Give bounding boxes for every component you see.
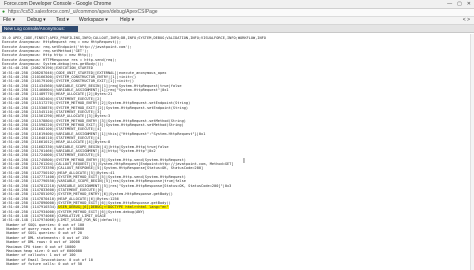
text-cursor-icon: I bbox=[243, 158, 245, 165]
tab-bar: New Log console/Anonymous: 6/11/2015, 4:… bbox=[0, 25, 474, 37]
log-line-prefix: 16:51:40.258 (1147910334)| bbox=[2, 205, 59, 210]
help-link[interactable]: < > bbox=[463, 17, 470, 24]
tab-log[interactable]: New Log console/Anonymous: 6/11/2015, 4:… bbox=[2, 26, 78, 37]
log-line: Number of future calls: 0 out of 50 bbox=[2, 261, 83, 266]
highlighted-debug-output: USER_DEBUG|[6]|DEBUG|<!DOCTYPE html><htm… bbox=[58, 205, 169, 210]
lock-icon: ● bbox=[2, 9, 6, 15]
minimize-icon[interactable]: — bbox=[447, 1, 452, 7]
address-bar[interactable]: ● https://cs53.salesforce.com/_ui/common… bbox=[0, 9, 474, 17]
menu-file[interactable]: File ▾ bbox=[3, 17, 15, 24]
window-controls: — ▢ ✕ bbox=[447, 1, 471, 7]
scrollbar[interactable] bbox=[470, 34, 474, 270]
maximize-icon[interactable]: ▢ bbox=[457, 1, 462, 7]
menu-bar: File ▾ Debug ▾ Test ▾ Workspace ▾ Help ▾… bbox=[0, 17, 474, 25]
window-title: Force.com Developer Console - Google Chr… bbox=[4, 1, 112, 7]
menu-test[interactable]: Test ▾ bbox=[56, 17, 69, 24]
window-titlebar: Force.com Developer Console - Google Chr… bbox=[0, 0, 474, 9]
url-text[interactable]: https://cs53.salesforce.com/_ui/common/a… bbox=[8, 9, 158, 16]
menu-help[interactable]: Help ▾ bbox=[120, 17, 134, 24]
log-output: 35.0 APEX_CODE,FINEST;APEX_PROFILING,INF… bbox=[2, 36, 432, 266]
close-icon[interactable]: ✕ bbox=[467, 1, 471, 7]
menu-workspace[interactable]: Workspace ▾ bbox=[79, 17, 108, 24]
menu-debug[interactable]: Debug ▾ bbox=[27, 17, 46, 24]
